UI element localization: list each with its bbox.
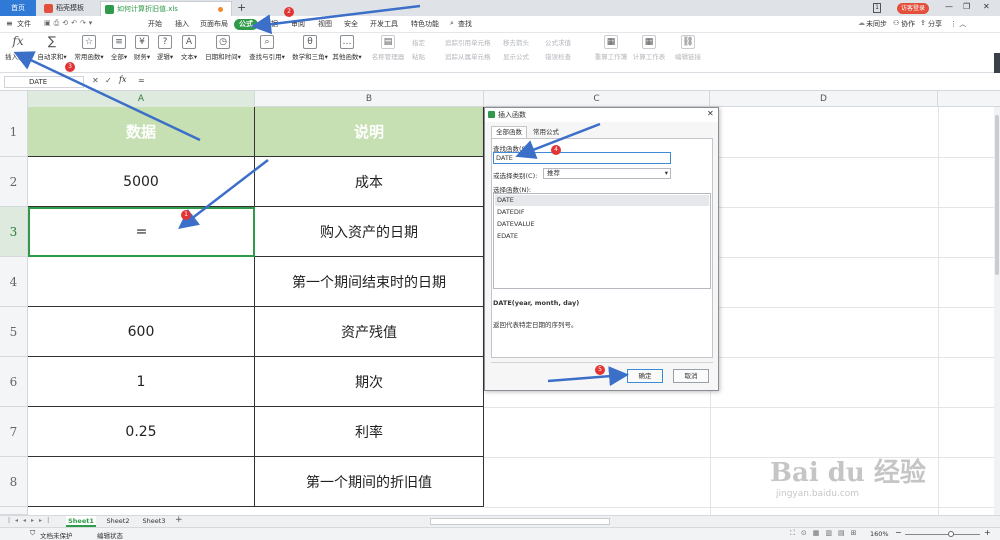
step-badge-4: 4 [551,145,561,155]
step-badge-1: 1 [181,210,191,220]
baidu-watermark: Bai du 经验 jingyan.baidu.com [770,452,926,499]
step-badge-2: 2 [284,7,294,17]
arrow-to-formula-tab [251,4,421,35]
step-badge-3: 3 [65,62,75,72]
arrow-to-insert-function [13,51,201,142]
arrow-to-ok-button [547,366,629,387]
watermark-url: jingyan.baidu.com [776,489,860,499]
watermark-logo-text: Bai du 经验 [770,458,926,488]
step-badge-5: 5 [595,365,605,375]
arrow-to-cell-a3 [178,159,269,230]
